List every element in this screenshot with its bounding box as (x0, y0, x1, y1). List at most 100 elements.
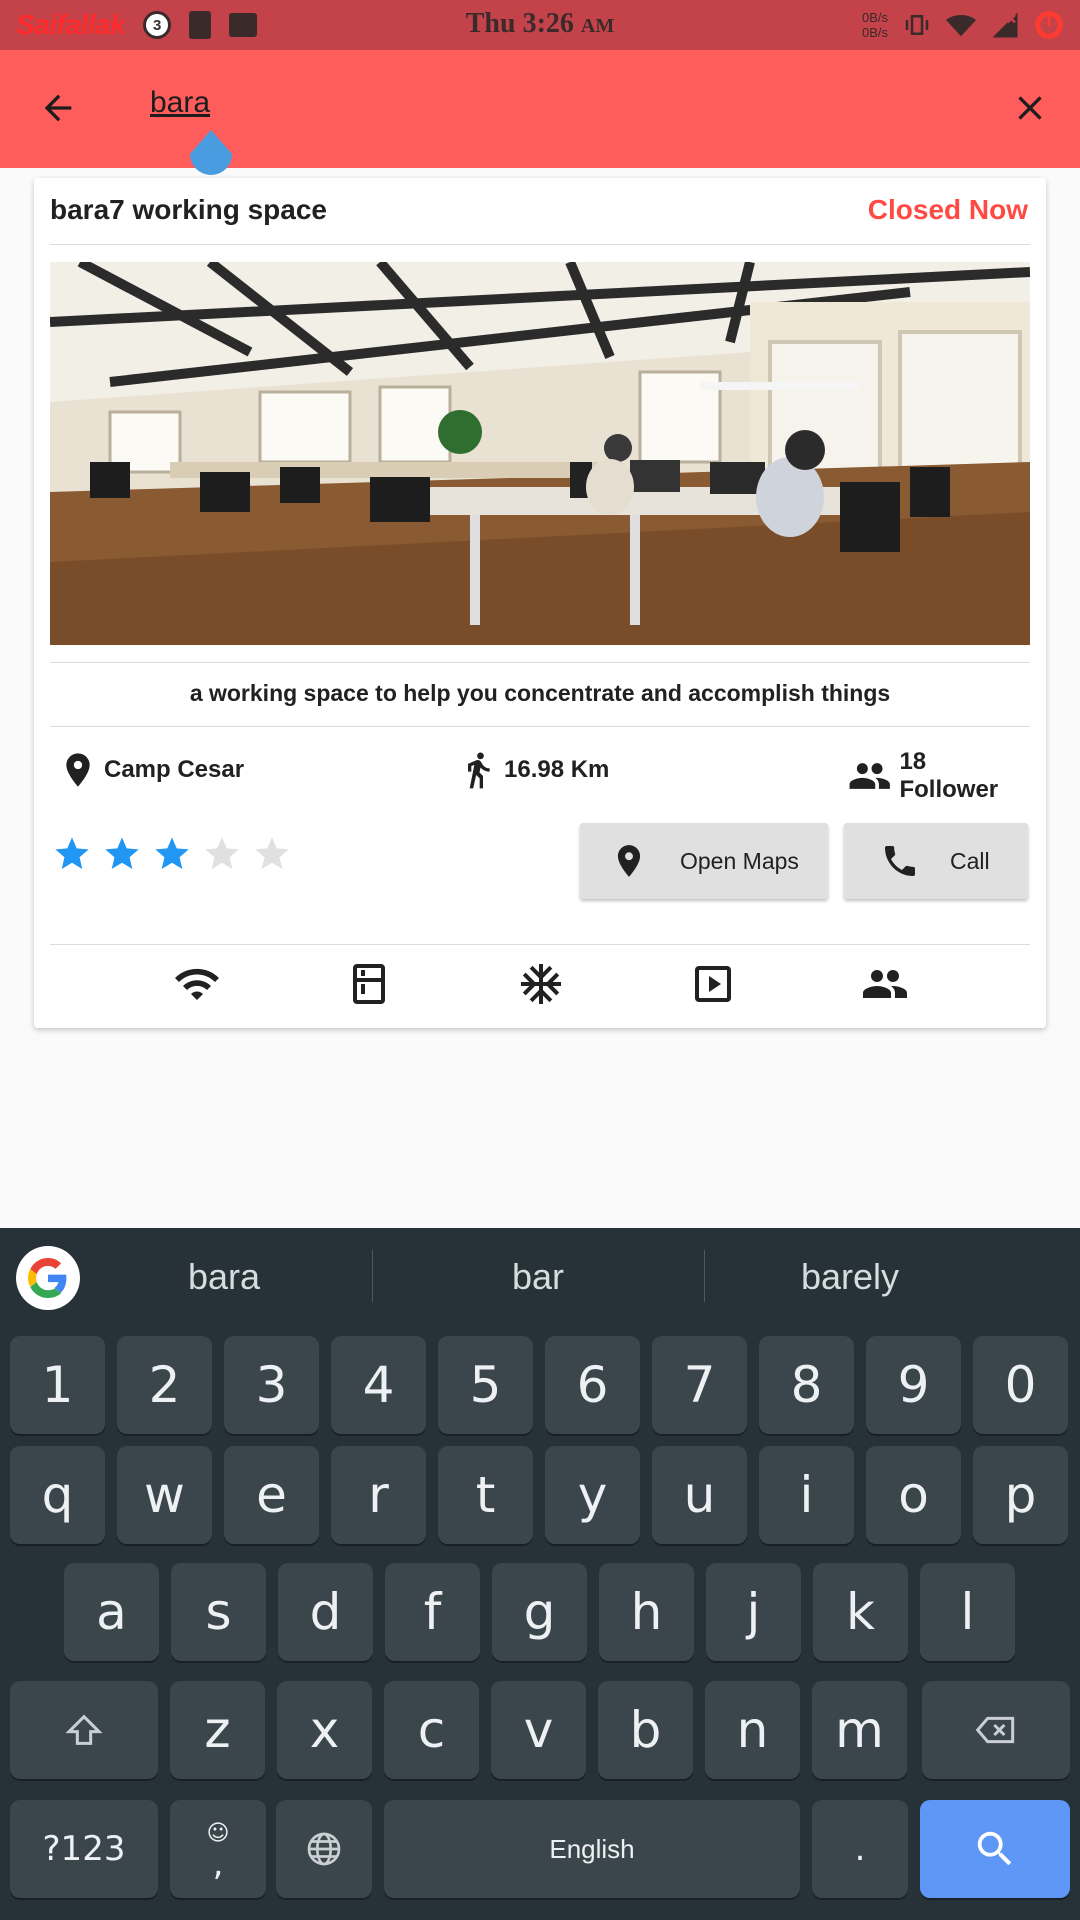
key-t[interactable]: t (438, 1446, 533, 1544)
search-app-bar: bara (0, 50, 1080, 168)
meeting-room-icon (859, 958, 911, 1010)
key-a[interactable]: a (64, 1563, 159, 1661)
projector-icon (687, 958, 739, 1010)
space-key[interactable]: English (384, 1800, 800, 1898)
divider (50, 662, 1030, 663)
key-g[interactable]: g (492, 1563, 587, 1661)
soft-keyboard: bara bar barely ?123 ☺ , English . 12345… (0, 1228, 1080, 1920)
star-filled-icon (55, 837, 89, 869)
key-h[interactable]: h (599, 1563, 694, 1661)
location-pin-icon (66, 753, 90, 787)
suggestion-item[interactable]: bara (124, 1256, 324, 1298)
key-v[interactable]: v (491, 1681, 586, 1779)
key-d[interactable]: d (278, 1563, 373, 1661)
shift-icon (65, 1714, 103, 1745)
wifi-icon (171, 958, 223, 1010)
star-empty-icon (255, 837, 289, 869)
arrow-back-icon (44, 94, 72, 122)
language-key[interactable] (276, 1800, 372, 1898)
cell-signal-icon (990, 10, 1020, 40)
call-button[interactable]: Call (844, 823, 1028, 899)
alert-notification-icon (189, 11, 212, 39)
key-i[interactable]: i (759, 1446, 854, 1544)
suggestion-item[interactable]: barely (750, 1256, 950, 1298)
ac-snowflake-icon (515, 958, 567, 1010)
key-w[interactable]: w (117, 1446, 212, 1544)
key-2[interactable]: 2 (117, 1336, 212, 1434)
text-cursor-handle[interactable] (188, 130, 234, 180)
key-6[interactable]: 6 (545, 1336, 640, 1434)
key-b[interactable]: b (598, 1681, 693, 1779)
key-1[interactable]: 1 (10, 1336, 105, 1434)
suggestion-strip: bara bar barely (0, 1228, 1080, 1324)
key-p[interactable]: p (973, 1446, 1068, 1544)
location-text: Camp Cesar (104, 756, 245, 783)
key-r[interactable]: r (331, 1446, 426, 1544)
symbols-key[interactable]: ?123 (10, 1800, 158, 1898)
workspace-photo (50, 262, 1030, 645)
star-filled-icon (155, 837, 189, 869)
key-u[interactable]: u (652, 1446, 747, 1544)
key-q[interactable]: q (10, 1446, 105, 1544)
key-8[interactable]: 8 (759, 1336, 854, 1434)
open-maps-label: Open Maps (680, 847, 799, 874)
key-o[interactable]: o (866, 1446, 961, 1544)
walking-icon (468, 752, 490, 789)
key-7[interactable]: 7 (652, 1336, 747, 1434)
image-notification-icon (229, 13, 258, 37)
key-4[interactable]: 4 (331, 1336, 426, 1434)
key-0[interactable]: 0 (973, 1336, 1068, 1434)
key-c[interactable]: c (384, 1681, 479, 1779)
notification-count-icon: 3 (143, 11, 172, 39)
key-l[interactable]: l (920, 1563, 1015, 1661)
globe-icon (307, 1832, 341, 1866)
key-s[interactable]: s (171, 1563, 266, 1661)
key-f[interactable]: f (385, 1563, 480, 1661)
location-pin-icon (617, 845, 641, 877)
divider (50, 244, 1030, 245)
vibrate-icon (902, 10, 932, 40)
key-x[interactable]: x (277, 1681, 372, 1779)
key-z[interactable]: z (170, 1681, 265, 1779)
key-5[interactable]: 5 (438, 1336, 533, 1434)
followers-text: 18 Follower (899, 748, 999, 803)
phone-icon (885, 846, 915, 876)
info-row: Camp Cesar 16.98 Km 18 Follower (50, 748, 1030, 803)
period-key[interactable]: . (812, 1800, 908, 1898)
key-k[interactable]: k (813, 1563, 908, 1661)
star-empty-icon (205, 837, 239, 869)
divider (50, 726, 1030, 727)
search-icon (977, 1831, 1012, 1866)
emoji-comma-key[interactable]: ☺ , (170, 1800, 266, 1898)
key-3[interactable]: 3 (224, 1336, 319, 1434)
google-icon[interactable] (16, 1246, 80, 1310)
status-bar: Saifallak 3 Thu 3:26 AM 0B/s 0B/s (0, 0, 1080, 50)
network-speed: 0B/s 0B/s (861, 10, 888, 40)
backspace-icon (975, 1716, 1015, 1744)
key-n[interactable]: n (705, 1681, 800, 1779)
suggestion-item[interactable]: bar (438, 1256, 638, 1298)
location-info: Camp Cesar (58, 748, 244, 792)
wifi-signal-icon (946, 10, 976, 40)
workspace-description: a working space to help you concentrate … (189, 680, 891, 706)
call-label: Call (950, 847, 990, 874)
key-m[interactable]: m (812, 1681, 907, 1779)
key-y[interactable]: y (545, 1446, 640, 1544)
distance-text: 16.98 Km (504, 756, 610, 783)
star-filled-icon (105, 837, 139, 869)
search-input[interactable]: bara (150, 86, 210, 120)
open-maps-button[interactable]: Open Maps (580, 823, 828, 899)
clear-search-button[interactable] (1002, 80, 1058, 136)
key-e[interactable]: e (224, 1446, 319, 1544)
battery-saver-icon (1034, 10, 1064, 40)
workspace-card[interactable]: bara7 working space Closed Now a working… (34, 178, 1046, 1028)
backspace-key[interactable] (922, 1681, 1070, 1779)
key-9[interactable]: 9 (866, 1336, 961, 1434)
search-key[interactable] (920, 1800, 1070, 1898)
key-j[interactable]: j (706, 1563, 801, 1661)
back-button[interactable] (30, 80, 86, 136)
amenities-row (34, 958, 1046, 1010)
people-icon (849, 763, 890, 789)
fridge-icon (343, 958, 395, 1010)
shift-key[interactable] (10, 1681, 158, 1779)
